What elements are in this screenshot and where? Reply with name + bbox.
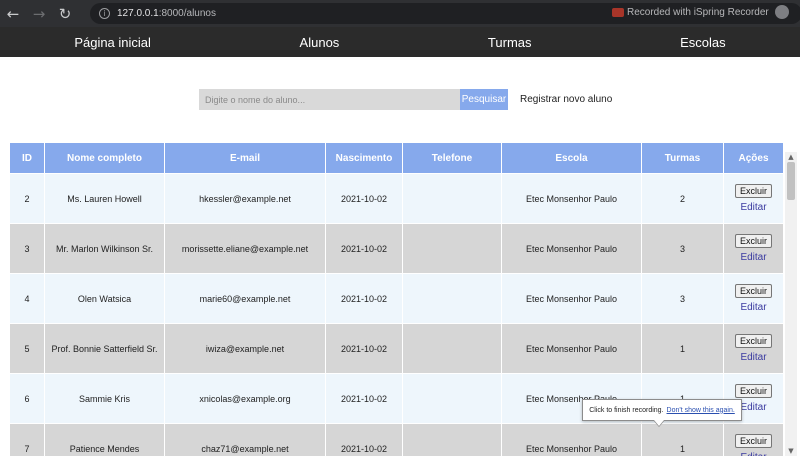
cell-id: 3 <box>9 223 45 274</box>
cell-school: Etec Monsenhor Paulo <box>501 423 642 456</box>
cell-phone <box>402 423 502 456</box>
cell-id: 2 <box>9 173 45 224</box>
cell-birth: 2021-10-02 <box>325 323 403 374</box>
cell-classes: 3 <box>641 273 724 324</box>
nav-schools[interactable]: Escolas <box>680 35 726 50</box>
delete-button[interactable]: Excluir <box>734 384 772 398</box>
cell-id: 5 <box>9 323 45 374</box>
cell-school: Etec Monsenhor Paulo <box>501 323 642 374</box>
col-birth: Nascimento <box>325 142 403 174</box>
table-row: 5 Prof. Bonnie Satterfield Sr. iwiza@exa… <box>9 323 784 374</box>
recording-text: Recorded with iSpring Recorder <box>627 6 769 18</box>
cell-actions: Excluir Editar <box>723 273 784 324</box>
cell-school: Etec Monsenhor Paulo <box>501 273 642 324</box>
col-classes: Turmas <box>641 142 724 174</box>
cell-classes: 3 <box>641 223 724 274</box>
cell-email: xnicolas@example.org <box>164 373 326 424</box>
tooltip-text: Click to finish recording. <box>589 406 664 414</box>
cell-email: marie60@example.net <box>164 273 326 324</box>
delete-button[interactable]: Excluir <box>734 184 772 198</box>
cell-name: Ms. Lauren Howell <box>44 173 165 224</box>
edit-link[interactable]: Editar <box>724 352 783 363</box>
cell-phone <box>402 273 502 324</box>
delete-button[interactable]: Excluir <box>734 434 772 448</box>
search-button[interactable]: Pesquisar <box>460 89 508 110</box>
scrollbar-thumb[interactable] <box>787 162 795 200</box>
col-actions: Ações <box>723 142 784 174</box>
register-student-link[interactable]: Registrar novo aluno <box>520 94 612 105</box>
cell-phone <box>402 173 502 224</box>
cell-name: Olen Watsica <box>44 273 165 324</box>
cell-name: Mr. Marlon Wilkinson Sr. <box>44 223 165 274</box>
main-nav: Página inicial Alunos Turmas Escolas <box>0 27 800 57</box>
search-input[interactable] <box>199 89 460 110</box>
nav-classes[interactable]: Turmas <box>488 35 532 50</box>
vertical-scrollbar[interactable]: ▲ ▼ <box>785 152 797 456</box>
table-row: 4 Olen Watsica marie60@example.net 2021-… <box>9 273 784 324</box>
browser-toolbar: ← → ↻ i 127.0.0.1:8000/alunos Recorded w… <box>0 0 800 27</box>
cell-email: morissette.eliane@example.net <box>164 223 326 274</box>
cell-school: Etec Monsenhor Paulo <box>501 223 642 274</box>
cell-name: Patience Mendes <box>44 423 165 456</box>
cell-id: 6 <box>9 373 45 424</box>
scroll-down-icon[interactable]: ▼ <box>785 446 797 456</box>
cell-classes: 1 <box>641 423 724 456</box>
cell-birth: 2021-10-02 <box>325 373 403 424</box>
cell-school: Etec Monsenhor Paulo <box>501 173 642 224</box>
edit-link[interactable]: Editar <box>724 452 783 456</box>
table-row: 3 Mr. Marlon Wilkinson Sr. morissette.el… <box>9 223 784 274</box>
col-name: Nome completo <box>44 142 165 174</box>
table-header-row: ID Nome completo E-mail Nascimento Telef… <box>9 142 784 174</box>
cell-birth: 2021-10-02 <box>325 223 403 274</box>
cell-email: iwiza@example.net <box>164 323 326 374</box>
edit-link[interactable]: Editar <box>724 302 783 313</box>
nav-students[interactable]: Alunos <box>300 35 340 50</box>
cell-actions: Excluir Editar <box>723 423 784 456</box>
cell-birth: 2021-10-02 <box>325 173 403 224</box>
cell-email: chaz71@example.net <box>164 423 326 456</box>
cell-phone <box>402 323 502 374</box>
forward-arrow-icon[interactable]: → <box>26 0 52 27</box>
dont-show-again-link[interactable]: Don't show this again. <box>667 407 735 414</box>
col-phone: Telefone <box>402 142 502 174</box>
cell-birth: 2021-10-02 <box>325 423 403 456</box>
cell-classes: 1 <box>641 323 724 374</box>
info-icon[interactable]: i <box>99 8 110 19</box>
edit-link[interactable]: Editar <box>724 202 783 213</box>
col-school: Escola <box>501 142 642 174</box>
cell-phone <box>402 223 502 274</box>
cell-actions: Excluir Editar <box>723 223 784 274</box>
url-path: :8000/alunos <box>158 8 216 19</box>
cell-email: hkessler@example.net <box>164 173 326 224</box>
delete-button[interactable]: Excluir <box>734 234 772 248</box>
reload-icon[interactable]: ↻ <box>52 0 78 27</box>
col-id: ID <box>9 142 45 174</box>
cell-actions: Excluir Editar <box>723 173 784 224</box>
cell-classes: 2 <box>641 173 724 224</box>
back-arrow-icon[interactable]: ← <box>0 0 26 27</box>
cell-phone <box>402 373 502 424</box>
cell-name: Prof. Bonnie Satterfield Sr. <box>44 323 165 374</box>
tooltip-tail-inner <box>654 420 664 426</box>
cell-name: Sammie Kris <box>44 373 165 424</box>
cell-id: 7 <box>9 423 45 456</box>
url-host: 127.0.0.1 <box>117 8 159 19</box>
delete-button[interactable]: Excluir <box>734 334 772 348</box>
cell-birth: 2021-10-02 <box>325 273 403 324</box>
nav-home[interactable]: Página inicial <box>74 35 151 50</box>
recorder-watermark: Recorded with iSpring Recorder <box>608 5 789 19</box>
table-row: 2 Ms. Lauren Howell hkessler@example.net… <box>9 173 784 224</box>
scroll-up-icon[interactable]: ▲ <box>785 152 797 162</box>
table-row: 7 Patience Mendes chaz71@example.net 202… <box>9 423 784 456</box>
search-bar: Pesquisar Registrar novo aluno <box>199 89 612 110</box>
finish-recording-tooltip[interactable]: Click to finish recording. Don't show th… <box>582 399 742 421</box>
avatar[interactable] <box>774 5 789 19</box>
cell-id: 4 <box>9 273 45 324</box>
edit-link[interactable]: Editar <box>724 252 783 263</box>
record-icon <box>612 7 624 17</box>
col-email: E-mail <box>164 142 326 174</box>
delete-button[interactable]: Excluir <box>734 284 772 298</box>
cell-actions: Excluir Editar <box>723 323 784 374</box>
